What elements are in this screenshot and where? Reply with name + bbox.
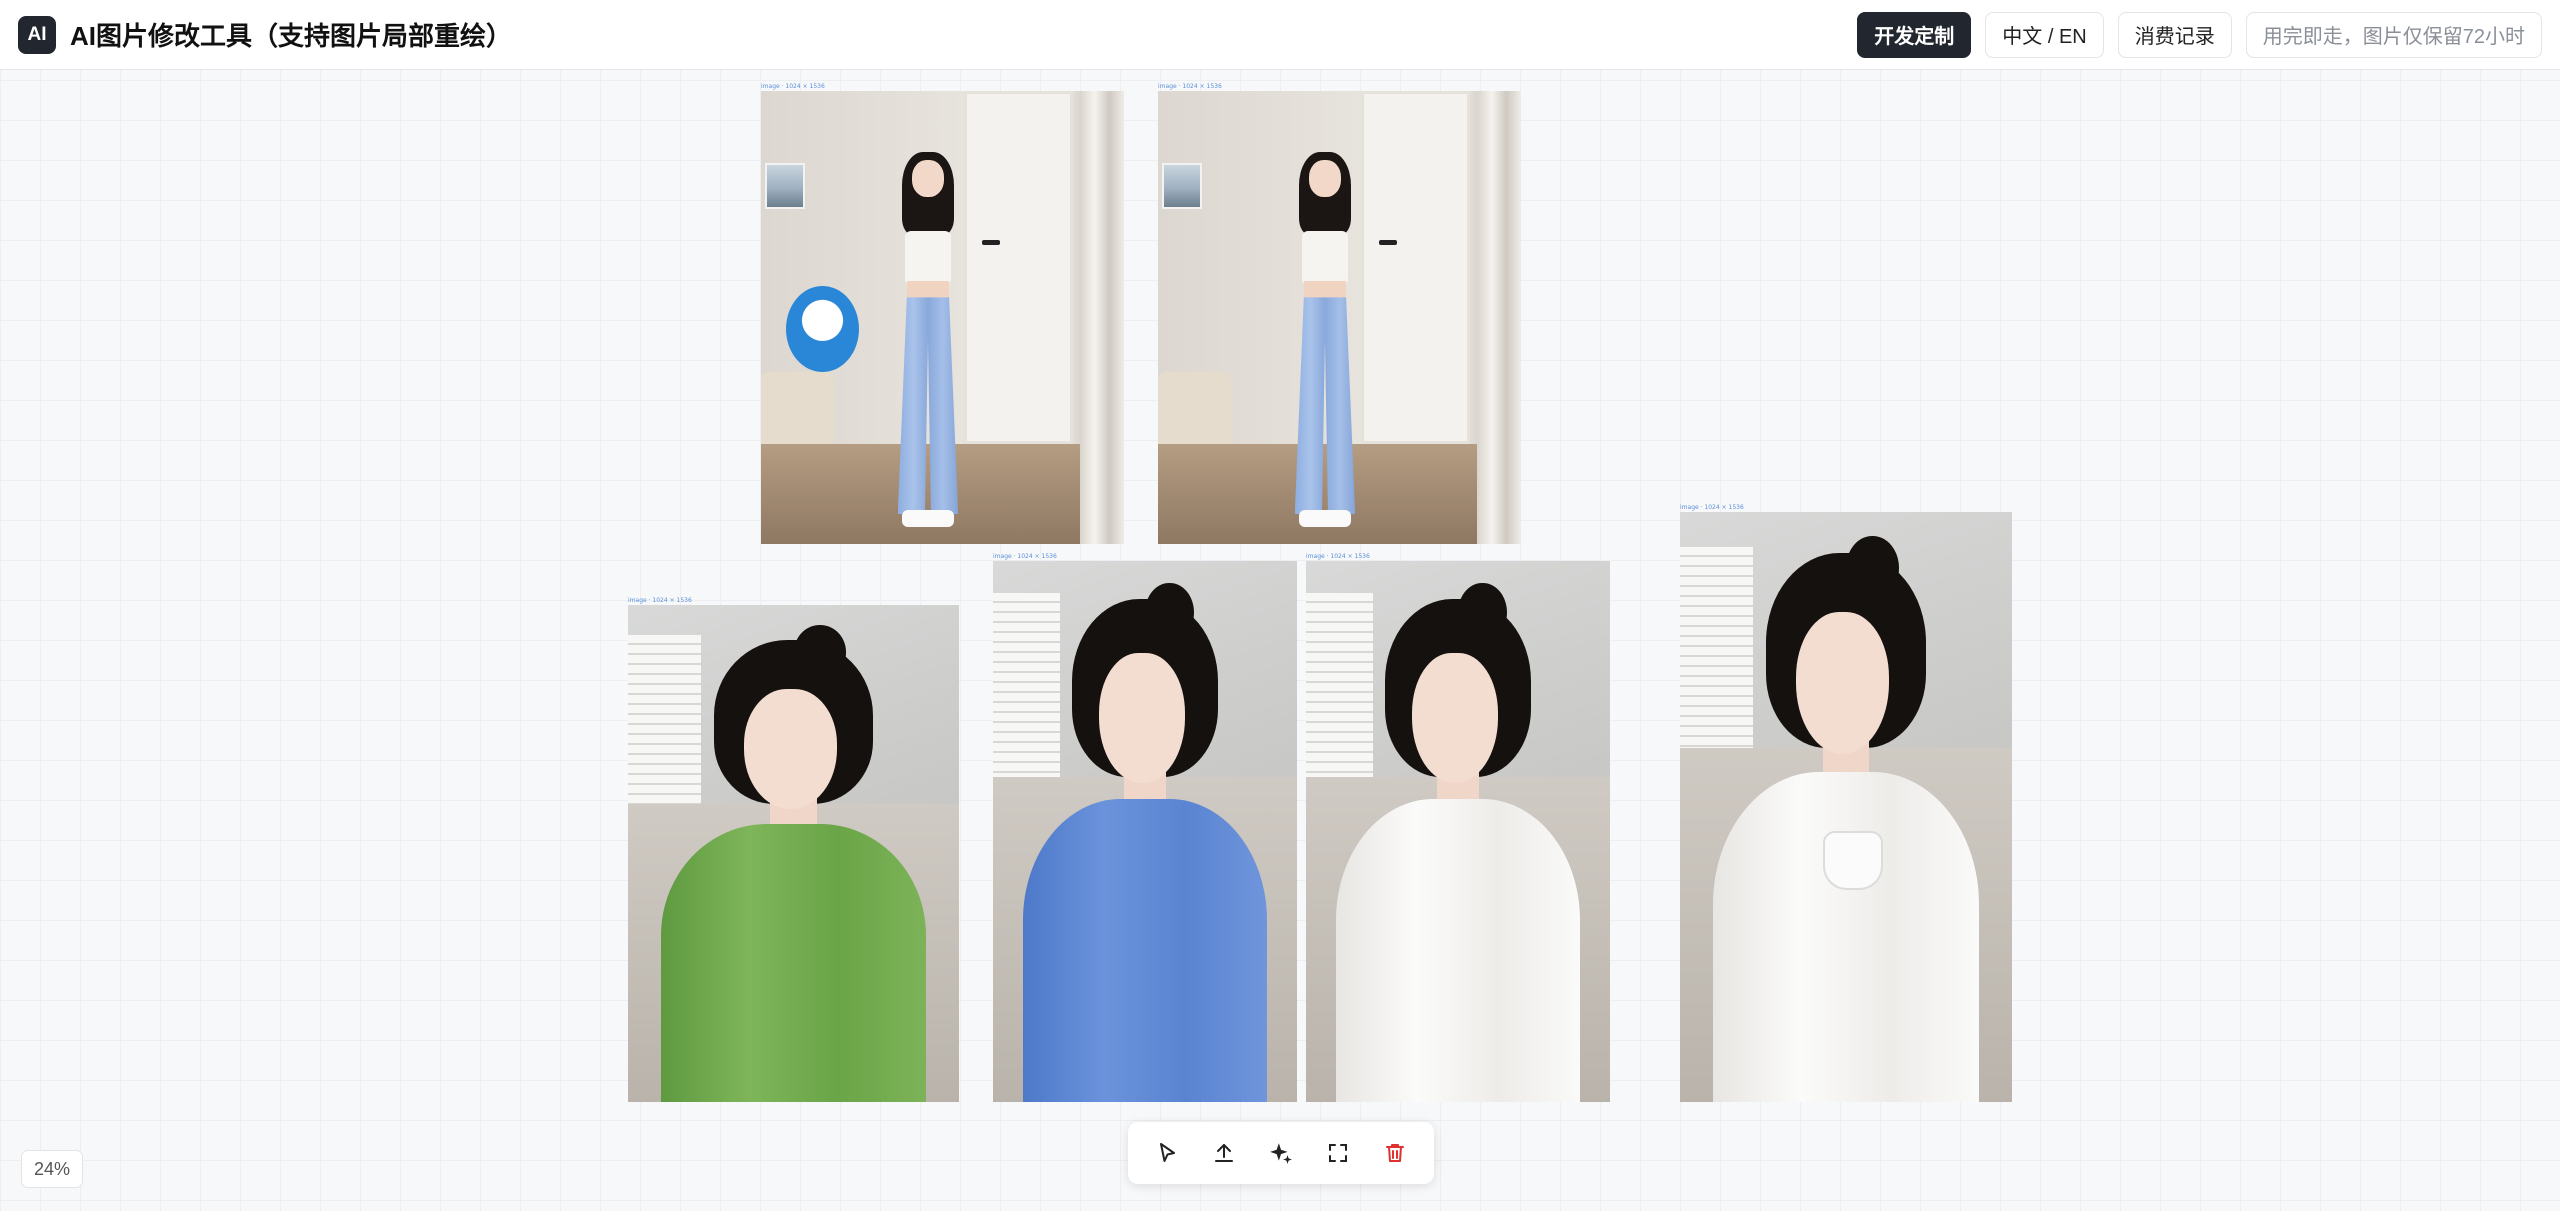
photo-painting (764, 163, 805, 209)
photo-teacup (1822, 830, 1883, 890)
photo-door (964, 91, 1074, 445)
delete-icon (1386, 1144, 1405, 1162)
photo-hair-bun (1846, 535, 1900, 601)
zoom-level[interactable]: 24% (21, 1150, 83, 1188)
image-label: image · 1024 × 1536 (628, 597, 692, 604)
image-label: image · 1024 × 1536 (1680, 504, 1744, 511)
upload-icon (1214, 1144, 1233, 1162)
photo-face (1412, 652, 1498, 783)
image-label: image · 1024 × 1536 (761, 83, 825, 90)
image-card[interactable] (628, 605, 959, 1102)
photo-hair-bun (1458, 582, 1507, 643)
language-switch-button[interactable]: 中文 / EN (1985, 11, 2104, 58)
photo-painting (1161, 163, 1202, 209)
image-card[interactable] (1680, 512, 2012, 1102)
custom-development-button[interactable]: 开发定制 (1857, 11, 1972, 58)
image-card[interactable] (993, 561, 1297, 1102)
image-label: image · 1024 × 1536 (1306, 553, 1370, 560)
photo-face (1099, 652, 1185, 783)
upload-button[interactable] (1204, 1133, 1244, 1173)
photo-hair-bun (793, 624, 847, 680)
photo-white-dress (1336, 799, 1580, 1102)
image-card[interactable] (761, 91, 1124, 544)
ai-edit-icon (1270, 1143, 1292, 1164)
ai-edit-button[interactable] (1261, 1133, 1301, 1173)
top-actions: 开发定制 中文 / EN 消费记录 用完即走，图片仅保留72小时 (1857, 11, 2542, 58)
retention-notice: 用完即走，图片仅保留72小时 (2245, 11, 2542, 58)
photo-green-cardigan (661, 823, 926, 1102)
photo-curtain (1080, 91, 1124, 544)
photo-curtain (1477, 91, 1521, 544)
consumption-history-button[interactable]: 消费记录 (2117, 11, 2232, 58)
photo-face (743, 689, 837, 809)
image-card[interactable] (1306, 561, 1610, 1102)
photo-hair-bun (1145, 582, 1194, 643)
app-logo: AI (18, 15, 56, 54)
photo-blue-cardigan (1023, 799, 1267, 1102)
image-label: image · 1024 × 1536 (993, 553, 1057, 560)
app-title: AI图片修改工具（支持图片局部重绘） (70, 21, 513, 51)
photo-person (881, 118, 975, 535)
select-tool-button[interactable] (1147, 1133, 1187, 1173)
photo-door (1361, 91, 1471, 445)
image-card[interactable] (1158, 91, 1521, 544)
delete-button[interactable] (1375, 1133, 1415, 1173)
photo-doll (786, 285, 859, 372)
top-bar: AI AI图片修改工具（支持图片局部重绘） 开发定制 中文 / EN 消费记录 … (0, 0, 2560, 70)
select-icon (1159, 1143, 1175, 1162)
photo-person (1278, 118, 1372, 535)
image-label: image · 1024 × 1536 (1158, 83, 1222, 90)
fit-screen-button[interactable] (1318, 1133, 1358, 1173)
fit-screen-icon (1329, 1144, 1348, 1162)
photo-white-dress (1713, 771, 1979, 1102)
canvas-toolbar (1128, 1122, 1434, 1184)
photo-face (1796, 612, 1890, 754)
